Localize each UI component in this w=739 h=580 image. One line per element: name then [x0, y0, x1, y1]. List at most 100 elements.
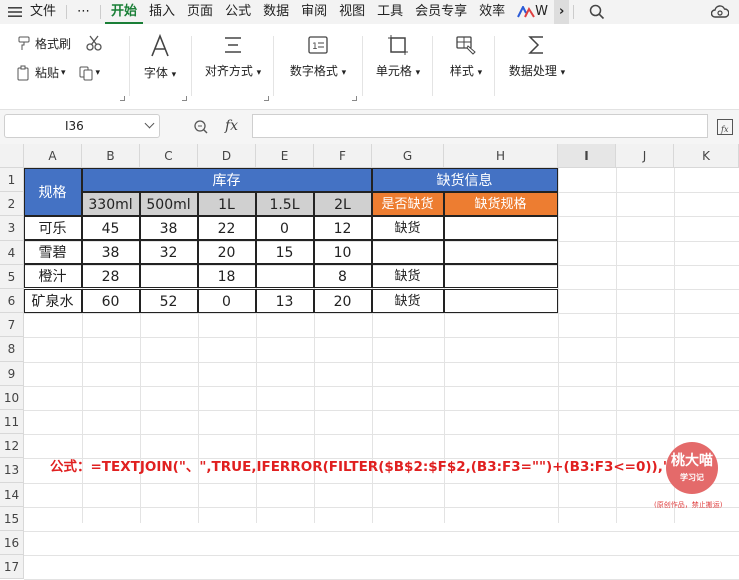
copy-icon[interactable]: [78, 65, 94, 81]
tab-member[interactable]: 会员专享: [409, 0, 473, 24]
row-header-1[interactable]: 1: [0, 168, 24, 193]
cloud-sync-icon[interactable]: [711, 4, 729, 20]
stock-value-cell[interactable]: 15: [255, 240, 314, 265]
stock-value-cell[interactable]: 20: [313, 288, 372, 313]
size-header-cell[interactable]: 500ml: [139, 191, 198, 216]
is-short-cell[interactable]: 缺货: [371, 264, 444, 289]
tab-ai-truncated[interactable]: W: [511, 0, 554, 24]
style-group[interactable]: 样式 ▾: [444, 34, 488, 104]
row-header-16[interactable]: 16: [0, 531, 24, 556]
tab-view[interactable]: 视图: [333, 0, 371, 24]
hamburger-icon[interactable]: [8, 6, 22, 18]
menu-more[interactable]: ⋯: [71, 0, 96, 24]
row-header-12[interactable]: 12: [0, 434, 24, 459]
paste-dropdown-icon[interactable]: ▾: [61, 68, 66, 78]
cut-icon[interactable]: [85, 34, 103, 52]
short-spec-header-cell[interactable]: 缺货规格: [443, 191, 558, 216]
tab-page[interactable]: 页面: [181, 0, 219, 24]
name-box[interactable]: I36: [4, 114, 160, 138]
column-header-i[interactable]: I: [558, 144, 616, 168]
tab-insert[interactable]: 插入: [143, 0, 181, 24]
tab-data[interactable]: 数据: [257, 0, 295, 24]
fx-icon[interactable]: fx: [225, 118, 238, 134]
tab-efficiency[interactable]: 效率: [473, 0, 511, 24]
number-format-group[interactable]: 1 数字格式 ▾: [288, 34, 348, 104]
stock-value-cell[interactable]: 12: [313, 215, 372, 241]
column-header-h[interactable]: H: [444, 144, 558, 168]
stock-value-cell[interactable]: [139, 264, 198, 289]
search-icon[interactable]: [589, 4, 605, 20]
stock-value-cell[interactable]: 38: [81, 240, 140, 265]
row-header-11[interactable]: 11: [0, 410, 24, 435]
row-header-4[interactable]: 4: [0, 240, 24, 265]
stock-value-cell[interactable]: 32: [139, 240, 198, 265]
select-all-corner[interactable]: [0, 144, 24, 168]
menu-scroll-right[interactable]: ›: [554, 0, 570, 24]
row-header-6[interactable]: 6: [0, 289, 24, 314]
header-spec-cell[interactable]: 规格: [23, 167, 82, 216]
product-name-cell[interactable]: 橙汁: [23, 264, 82, 289]
align-group[interactable]: 对齐方式 ▾: [203, 34, 263, 104]
stock-value-cell[interactable]: 28: [81, 264, 140, 289]
column-header-g[interactable]: G: [372, 144, 444, 168]
stock-value-cell[interactable]: 0: [255, 215, 314, 241]
clipboard-expand-icon[interactable]: [120, 96, 125, 101]
product-name-cell[interactable]: 雪碧: [23, 240, 82, 265]
stock-value-cell[interactable]: 52: [139, 288, 198, 313]
row-header-10[interactable]: 10: [0, 385, 24, 410]
row-header-15[interactable]: 15: [0, 506, 24, 531]
copy-dropdown-icon[interactable]: ▾: [96, 68, 101, 78]
size-header-cell[interactable]: 1.5L: [255, 191, 314, 216]
is-short-cell[interactable]: 缺货: [371, 288, 444, 313]
menu-file[interactable]: 文件: [24, 0, 62, 24]
font-expand-icon[interactable]: [182, 96, 187, 101]
row-header-7[interactable]: 7: [0, 313, 24, 338]
zoom-formula-icon[interactable]: [193, 119, 209, 135]
column-header-f[interactable]: F: [314, 144, 372, 168]
row-header-3[interactable]: 3: [0, 216, 24, 241]
column-header-a[interactable]: A: [24, 144, 82, 168]
tab-formula[interactable]: 公式: [219, 0, 257, 24]
stock-value-cell[interactable]: 22: [197, 215, 256, 241]
column-header-d[interactable]: D: [198, 144, 256, 168]
row-header-14[interactable]: 14: [0, 482, 24, 507]
row-header-2[interactable]: 2: [0, 192, 24, 217]
expand-formula-icon[interactable]: fx: [716, 118, 734, 136]
header-shortage-cell[interactable]: 缺货信息: [371, 167, 558, 192]
stock-value-cell[interactable]: 45: [81, 215, 140, 241]
chevron-down-icon[interactable]: [144, 118, 155, 129]
column-header-j[interactable]: J: [616, 144, 674, 168]
stock-value-cell[interactable]: 38: [139, 215, 198, 241]
product-name-cell[interactable]: 可乐: [23, 215, 82, 241]
short-spec-cell[interactable]: [443, 215, 558, 241]
stock-value-cell[interactable]: 8: [313, 264, 372, 289]
row-header-5[interactable]: 5: [0, 264, 24, 289]
short-spec-cell[interactable]: [443, 288, 558, 313]
size-header-cell[interactable]: 330ml: [81, 191, 140, 216]
spreadsheet-grid[interactable]: A B C D E F G H I J K 1 2 3 4 5 6 7 8 9 10 11 12 13 14 15 16 17 规格 库存…: [0, 144, 739, 580]
header-stock-cell[interactable]: 库存: [81, 167, 372, 192]
tab-home[interactable]: 开始: [105, 0, 144, 24]
short-spec-cell[interactable]: [443, 264, 558, 289]
cell-group[interactable]: 单元格 ▾: [372, 34, 424, 104]
stock-value-cell[interactable]: [255, 264, 314, 289]
column-header-c[interactable]: C: [140, 144, 198, 168]
row-header-17[interactable]: 17: [0, 555, 24, 580]
tab-tools[interactable]: 工具: [371, 0, 409, 24]
row-header-9[interactable]: 9: [0, 361, 24, 386]
column-header-k[interactable]: K: [674, 144, 739, 168]
stock-value-cell[interactable]: 0: [197, 288, 256, 313]
short-spec-cell[interactable]: [443, 240, 558, 265]
stock-value-cell[interactable]: 60: [81, 288, 140, 313]
stock-value-cell[interactable]: 18: [197, 264, 256, 289]
row-header-13[interactable]: 13: [0, 458, 24, 483]
size-header-cell[interactable]: 2L: [313, 191, 372, 216]
stock-value-cell[interactable]: 20: [197, 240, 256, 265]
is-short-cell[interactable]: 缺货: [371, 215, 444, 241]
data-process-group[interactable]: 数据处理 ▾: [506, 34, 568, 104]
number-expand-icon[interactable]: [352, 96, 357, 101]
is-short-header-cell[interactable]: 是否缺货: [371, 191, 444, 216]
format-painter-button[interactable]: 格式刷: [16, 34, 103, 52]
align-expand-icon[interactable]: [264, 96, 269, 101]
column-header-b[interactable]: B: [82, 144, 140, 168]
